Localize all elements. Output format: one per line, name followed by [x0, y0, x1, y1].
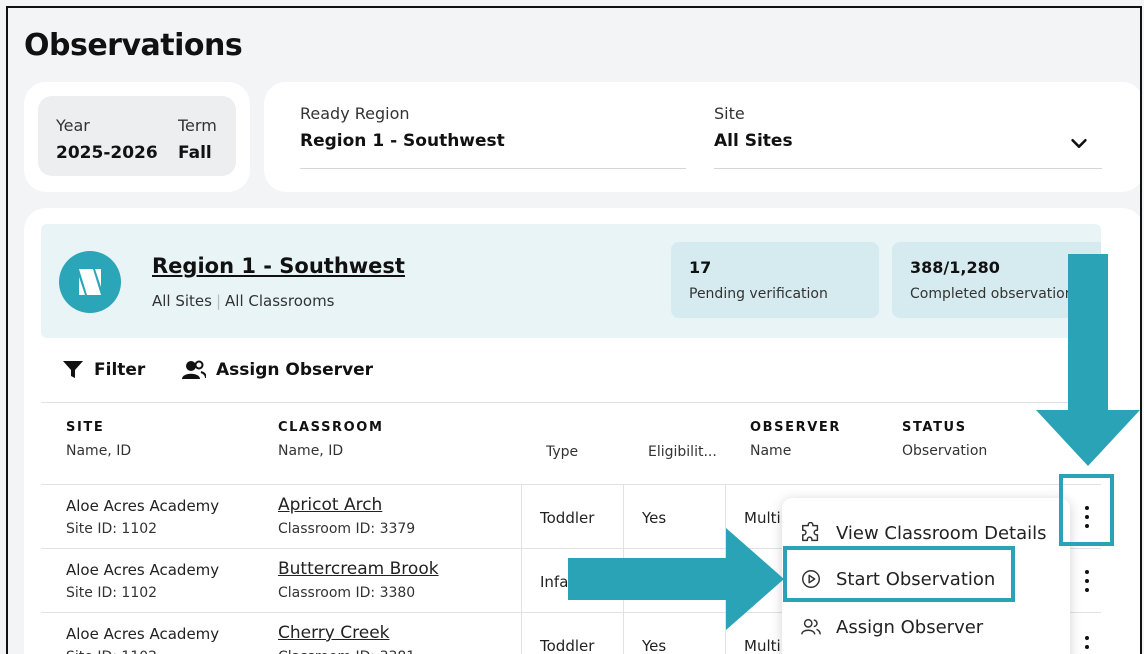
site-label: Site	[714, 104, 745, 123]
arrow-down-icon	[1036, 254, 1140, 466]
menu-item-view-classroom-details[interactable]: View Classroom Details	[800, 522, 1046, 544]
arrow-right-icon	[568, 528, 784, 630]
term-value: Fall	[178, 143, 212, 163]
sub-classrooms: All Classrooms	[225, 292, 335, 310]
header-type: Type	[546, 444, 579, 460]
site-id: Site ID: 1102	[66, 585, 158, 601]
filter-icon	[63, 361, 83, 378]
header-status-title: STATUS	[902, 420, 967, 435]
term-selector[interactable]: Year 2025-2026 Term Fall	[38, 96, 236, 176]
filter-card: Ready Region Region 1 - Southwest Site A…	[264, 82, 1140, 192]
region-logo-icon	[59, 251, 121, 313]
sub-sites: All Sites	[152, 292, 212, 310]
assign-observer-label: Assign Observer	[216, 360, 374, 380]
site-name: Aloe Acres Academy	[66, 561, 220, 579]
header-status-sub: Observation	[902, 443, 988, 459]
puzzle-icon	[802, 522, 819, 542]
header-observer-sub: Name	[750, 443, 792, 459]
classroom-id: Classroom ID: 3380	[278, 585, 416, 601]
filter-label: Filter	[94, 360, 146, 380]
table-divider	[41, 402, 1101, 403]
header-classroom-title: CLASSROOM	[278, 420, 384, 435]
site-value: All Sites	[714, 131, 793, 151]
header-classroom-sub: Name, ID	[278, 443, 344, 459]
region-title-link[interactable]: Region 1 - Southwest	[152, 254, 405, 278]
eligibility-value: Yes	[642, 509, 667, 527]
classroom-link[interactable]: Buttercream Brook	[278, 559, 439, 579]
header-status: STATUS Observation	[902, 420, 987, 459]
region-summary-banner: Region 1 - Southwest All Sites | All Class…	[41, 224, 1101, 338]
site-select[interactable]: Site All Sites	[714, 104, 1102, 169]
filter-button[interactable]: Filter	[62, 360, 145, 380]
classroom-id: Classroom ID: 3379	[278, 521, 416, 537]
menu-item-assign-observer[interactable]: Assign Observer	[800, 616, 983, 638]
header-site: SITE Name, ID	[66, 420, 131, 459]
classroom-link[interactable]: Apricot Arch	[278, 495, 382, 515]
menu-label-assign: Assign Observer	[836, 616, 984, 638]
term-label: Term	[178, 116, 217, 135]
cell-classroom: Apricot Arch Classroom ID: 3379	[253, 485, 521, 549]
term-card: Year 2025-2026 Term Fall	[24, 82, 250, 192]
year-group: Year 2025-2026	[56, 116, 158, 163]
menu-label-view: View Classroom Details	[836, 522, 1047, 544]
type-value: Toddler	[540, 637, 595, 654]
site-name: Aloe Acres Academy	[66, 497, 220, 515]
cell-site: Aloe Acres Academy Site ID: 1102	[41, 549, 253, 613]
header-observer-title: OBSERVER	[750, 420, 841, 435]
region-subtitle: All Sites | All Classrooms	[152, 292, 335, 310]
classroom-id: Classroom ID: 3381	[278, 649, 415, 654]
header-classroom: CLASSROOM Name, ID	[278, 420, 383, 459]
stat-completed-value: 388/1,280	[910, 258, 1000, 277]
observer-value: Multi	[744, 637, 781, 654]
cell-classroom: Buttercream Brook Classroom ID: 3380	[253, 549, 521, 613]
stat-pending-label: Pending verification	[689, 286, 828, 302]
cell-site: Aloe Acres Academy Site ID: 1102	[41, 613, 253, 654]
stat-pending-value: 17	[689, 258, 712, 277]
region-label: Ready Region	[300, 104, 410, 123]
region-select[interactable]: Ready Region Region 1 - Southwest	[300, 104, 686, 169]
assign-observer-button[interactable]: Assign Observer	[182, 360, 373, 380]
eligibility-value: Yes	[642, 637, 667, 654]
header-site-sub: Name, ID	[66, 443, 132, 459]
users-icon	[182, 360, 206, 379]
year-value: 2025-2026	[56, 143, 158, 163]
users-icon	[801, 618, 821, 635]
year-label: Year	[56, 116, 90, 135]
chevron-down-icon[interactable]	[1068, 132, 1090, 154]
observer-value: Multi	[744, 509, 781, 527]
cell-classroom: Cherry Creek Classroom ID: 3381	[253, 613, 521, 654]
row-actions-kebab-icon[interactable]	[1077, 634, 1097, 654]
site-name: Aloe Acres Academy	[66, 625, 220, 643]
row-actions-kebab-icon[interactable]	[1077, 568, 1097, 594]
cell-site: Aloe Acres Academy Site ID: 1102	[41, 485, 253, 549]
header-eligibility: Eligibilit...	[648, 444, 717, 460]
region-value: Region 1 - Southwest	[300, 131, 505, 151]
header-site-title: SITE	[66, 420, 105, 435]
classroom-link[interactable]: Cherry Creek	[278, 623, 390, 643]
app-frame: Observations Year 2025-2026 Term Fall Re…	[6, 6, 1142, 654]
page-title: Observations	[24, 28, 243, 63]
site-id: Site ID: 1102	[66, 521, 158, 537]
type-value: Infa	[540, 573, 569, 591]
site-id: Site ID: 1102	[66, 649, 157, 654]
header-observer: OBSERVER Name	[750, 420, 841, 459]
term-group: Term Fall	[178, 116, 217, 163]
highlight-start-observation-box	[783, 546, 1015, 602]
type-value: Toddler	[540, 509, 595, 527]
stat-pending: 17 Pending verification	[671, 242, 879, 318]
highlight-kebab-box	[1059, 474, 1114, 546]
